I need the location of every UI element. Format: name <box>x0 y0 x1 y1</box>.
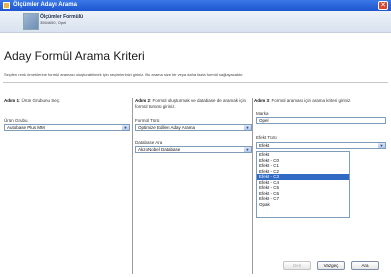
close-button[interactable]: ✕ <box>378 1 388 10</box>
step3-text: : Formül araması için arama kriteri giri… <box>269 98 352 103</box>
window-title: Ölçümler Adayı Arama <box>13 2 77 8</box>
product-group-select[interactable]: Autobase Plus MM ▼ <box>4 124 130 131</box>
brand-label: Marka <box>256 111 269 116</box>
chevron-down-icon[interactable]: ▼ <box>378 143 385 148</box>
database-select[interactable]: AkzoNobel Database ▼ <box>135 146 252 153</box>
formula-type-value: Optimize Edilen Aday Arama <box>138 125 196 130</box>
brand-input[interactable]: Opel <box>256 117 386 124</box>
step1-instruction: Adım 1: Ürün Grubunu Seç. <box>4 98 132 104</box>
cancel-button[interactable]: Vazgeç <box>317 261 345 270</box>
effect-type-value: Efekt <box>259 143 270 148</box>
step2-instruction: Adım 2: Formül oluşturmak ve database de… <box>135 98 252 110</box>
step2-heading: Adım 2 <box>135 98 151 103</box>
product-group-value: Autobase Plus MM <box>7 125 45 130</box>
step2-text: : Formül oluşturmak ve database de arama… <box>135 98 247 109</box>
formula-type-label: Formül Türü <box>135 118 160 123</box>
effect-type-label: Efekt Türü <box>256 135 277 140</box>
column-divider <box>132 98 133 274</box>
database-value: AkzoNobel Database <box>138 147 181 152</box>
database-label: Database Ara <box>135 140 163 145</box>
step3-panel: Adım 3: Formül araması için arama kriter… <box>254 98 388 274</box>
column-divider <box>252 98 253 274</box>
header-subtitle: 3564650, Opel <box>40 20 67 25</box>
effect-option[interactable]: Opak <box>257 202 349 208</box>
chevron-down-icon[interactable]: ▼ <box>122 125 129 130</box>
effect-type-select[interactable]: Efekt ▼ <box>256 142 386 149</box>
page-description: Seçilen renk örneklerine formül araması … <box>4 72 244 77</box>
search-button[interactable]: Ara <box>351 261 379 270</box>
product-group-label: Ürün Grubu <box>4 118 28 123</box>
step1-text: : Ürün Grubunu Seç. <box>19 98 61 103</box>
step1-panel: Adım 1: Ürün Grubunu Seç. Ürün Grubu Aut… <box>4 98 132 274</box>
chevron-down-icon[interactable]: ▼ <box>244 147 251 152</box>
step1-heading: Adım 1 <box>4 98 20 103</box>
formula-type-select[interactable]: Optimize Edilen Aday Arama ▼ <box>135 124 252 131</box>
effect-type-dropdown-list[interactable]: Efekt Efekt - C0 Efekt - C1 Efekt - C2 Efekt… <box>256 151 350 218</box>
step3-heading: Adım 3 <box>254 98 270 103</box>
divider <box>3 82 388 83</box>
app-icon <box>3 2 10 9</box>
window-titlebar: Ölçümler Adayı Arama ✕ <box>0 0 391 11</box>
page-title: Aday Formül Arama Kriteri <box>4 49 145 63</box>
color-swatch-thumbnail <box>23 13 39 30</box>
back-button[interactable]: Geri <box>283 261 311 270</box>
step3-instruction: Adım 3: Formül araması için arama kriter… <box>254 98 388 104</box>
step2-panel: Adım 2: Formül oluşturmak ve database de… <box>135 98 252 274</box>
chevron-down-icon[interactable]: ▼ <box>244 125 251 130</box>
